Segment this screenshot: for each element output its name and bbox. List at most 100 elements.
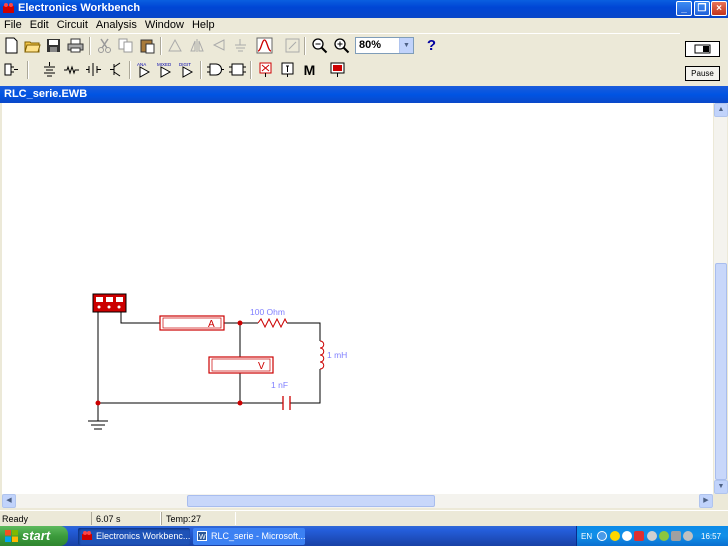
document-icon: W bbox=[197, 531, 207, 541]
rotate-button[interactable] bbox=[166, 36, 185, 55]
analog-ics-bin-button[interactable]: ANA bbox=[135, 60, 154, 79]
zoom-select[interactable]: 80% ▼ bbox=[355, 37, 414, 54]
menu-edit[interactable]: Edit bbox=[26, 18, 53, 31]
tray-hide-icon[interactable] bbox=[597, 531, 607, 541]
printer-icon[interactable] bbox=[671, 531, 681, 541]
menu-analysis[interactable]: Analysis bbox=[92, 18, 141, 31]
svg-text:ANA: ANA bbox=[137, 62, 146, 67]
indicators-bin-button[interactable] bbox=[256, 60, 275, 79]
copy-button[interactable] bbox=[116, 36, 135, 55]
zoom-out-button[interactable] bbox=[310, 36, 329, 55]
voltmeter-label: V bbox=[258, 361, 265, 372]
scroll-right-button[interactable]: ▶ bbox=[699, 494, 713, 508]
instrument-icon bbox=[330, 62, 345, 77]
horizontal-scroll-thumb[interactable] bbox=[187, 495, 435, 507]
horizontal-scrollbar[interactable]: ◀ ▶ bbox=[2, 494, 713, 508]
zoom-in-button[interactable] bbox=[332, 36, 351, 55]
help-button[interactable]: ? bbox=[422, 36, 441, 55]
control-icon bbox=[281, 62, 294, 77]
simulation-panel: Pause bbox=[680, 33, 728, 83]
analog-ic-icon: ANA bbox=[137, 62, 151, 78]
scroll-up-button[interactable]: ▲ bbox=[714, 103, 728, 117]
miscellaneous-bin-button[interactable]: M bbox=[300, 60, 319, 79]
function-generator[interactable] bbox=[92, 293, 127, 313]
clock[interactable]: 16:57 bbox=[701, 532, 721, 541]
sources-bin-button[interactable] bbox=[40, 60, 59, 79]
vertical-scrollbar[interactable]: ▲ ▼ bbox=[713, 103, 728, 494]
circuit-schematic: A V 100 Ohm 1 mH 1 nF bbox=[88, 293, 347, 430]
toolbar-separator bbox=[250, 61, 252, 79]
rotate-icon bbox=[168, 38, 182, 52]
close-button[interactable]: × bbox=[711, 1, 727, 16]
ati-icon[interactable] bbox=[634, 531, 644, 541]
open-file-button[interactable] bbox=[23, 36, 42, 55]
usb-icon[interactable] bbox=[683, 531, 693, 541]
mixed-ics-bin-button[interactable]: MIXED bbox=[156, 60, 175, 79]
toolbar-separator bbox=[89, 37, 91, 55]
open-folder-icon bbox=[24, 41, 41, 53]
svg-text:DIGIT: DIGIT bbox=[179, 62, 191, 67]
circuit-canvas[interactable]: A V 100 Ohm 1 mH 1 nF bbox=[2, 103, 713, 494]
toolbar-separator bbox=[304, 37, 306, 55]
network-icon[interactable] bbox=[622, 531, 632, 541]
component-properties-icon bbox=[235, 39, 246, 52]
language-indicator[interactable]: EN bbox=[581, 532, 592, 541]
save-button[interactable] bbox=[44, 36, 63, 55]
scroll-down-button[interactable]: ▼ bbox=[714, 480, 728, 494]
document-title-bar: RLC_serie.EWB bbox=[0, 86, 728, 103]
task-electronics-workbench[interactable]: Electronics Workbenc... bbox=[78, 528, 190, 545]
task-rlc-serie-document[interactable]: W RLC_serie - Microsoft... bbox=[193, 528, 305, 545]
toolbar-separator bbox=[200, 61, 202, 79]
new-file-button[interactable] bbox=[2, 36, 21, 55]
start-button[interactable]: start bbox=[0, 526, 68, 546]
vertical-scroll-thumb[interactable] bbox=[715, 263, 727, 480]
minimize-button[interactable]: _ bbox=[676, 1, 692, 16]
copy-icon bbox=[118, 38, 133, 53]
print-button[interactable] bbox=[66, 36, 85, 55]
system-tray: EN 16:57 bbox=[576, 526, 728, 546]
graph-button[interactable] bbox=[255, 36, 274, 55]
cut-button[interactable] bbox=[95, 36, 114, 55]
indicator-icon bbox=[259, 62, 272, 77]
ground[interactable] bbox=[88, 420, 108, 430]
favorites-bin-icon bbox=[4, 63, 18, 76]
flip-horizontal-button[interactable] bbox=[188, 36, 207, 55]
shield-icon[interactable] bbox=[610, 531, 620, 541]
status-text: Ready bbox=[2, 514, 29, 524]
digital-ics-bin-button[interactable]: DIGIT bbox=[178, 60, 197, 79]
task-label: Electronics Workbenc... bbox=[96, 531, 190, 541]
controls-bin-button[interactable] bbox=[278, 60, 297, 79]
capacitor[interactable]: 1 nF bbox=[271, 380, 291, 410]
diodes-bin-button[interactable] bbox=[84, 60, 103, 79]
instruments-bin-button[interactable] bbox=[328, 60, 347, 79]
component-properties-button[interactable] bbox=[231, 36, 250, 55]
menu-file[interactable]: File bbox=[0, 18, 26, 31]
antivirus-icon[interactable] bbox=[659, 531, 669, 541]
capacitor-label: 1 nF bbox=[271, 380, 288, 390]
basic-bin-button[interactable] bbox=[62, 60, 81, 79]
chevron-down-icon[interactable]: ▼ bbox=[399, 38, 413, 53]
main-toolbar: 80% ▼ ? bbox=[0, 33, 680, 57]
ammeter[interactable]: A bbox=[159, 315, 225, 331]
voltmeter[interactable]: V bbox=[208, 356, 274, 374]
subcircuit-button[interactable] bbox=[283, 36, 302, 55]
svg-text:MIXED: MIXED bbox=[157, 62, 172, 67]
power-switch[interactable] bbox=[685, 41, 720, 57]
parts-toolbar: ANA MIXED DIGIT M bbox=[0, 58, 680, 82]
menu-circuit[interactable]: Circuit bbox=[53, 18, 92, 31]
restore-button[interactable]: ❐ bbox=[694, 1, 710, 16]
resistor-label: 100 Ohm bbox=[250, 307, 285, 317]
digital-bin-button[interactable] bbox=[228, 60, 247, 79]
menu-help[interactable]: Help bbox=[188, 18, 219, 31]
inductor[interactable]: 1 mH bbox=[319, 340, 347, 370]
menu-window[interactable]: Window bbox=[141, 18, 188, 31]
pause-button[interactable]: Pause bbox=[685, 66, 720, 81]
transistors-bin-button[interactable] bbox=[107, 60, 126, 79]
scroll-left-button[interactable]: ◀ bbox=[2, 494, 16, 508]
logic-gates-bin-button[interactable] bbox=[206, 60, 225, 79]
favorites-bin-button[interactable] bbox=[2, 60, 21, 79]
paste-button[interactable] bbox=[138, 36, 157, 55]
resistor[interactable]: 100 Ohm bbox=[250, 307, 288, 329]
flip-vertical-button[interactable] bbox=[209, 36, 228, 55]
speaker-icon[interactable] bbox=[647, 531, 657, 541]
